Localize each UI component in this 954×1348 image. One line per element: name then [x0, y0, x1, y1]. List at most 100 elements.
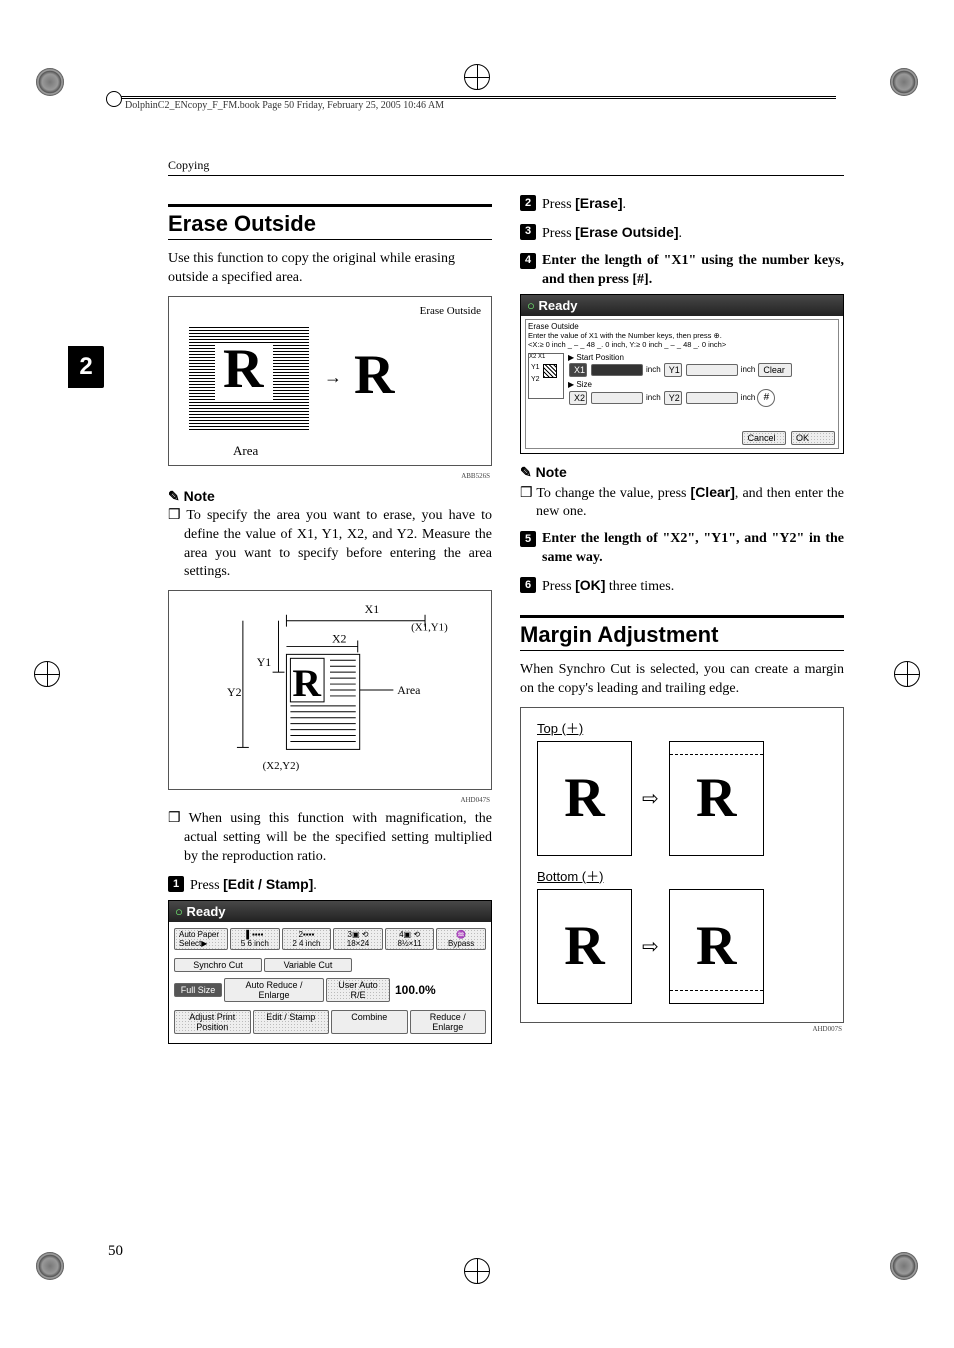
y2-button[interactable]: Y2: [664, 391, 682, 405]
cancel-button[interactable]: Cancel: [742, 431, 786, 445]
top-label: Top (＋): [537, 718, 827, 737]
clear-button[interactable]: Clear: [758, 363, 792, 377]
page-number: 50: [108, 1243, 123, 1260]
lcd-diagram: X2 X1 Y1 Y2: [528, 353, 564, 399]
intro-text: Use this function to copy the original w…: [168, 250, 492, 288]
note-heading: Note: [520, 464, 844, 481]
combine-button[interactable]: Combine: [331, 1010, 408, 1034]
start-position-label: ▶ Start Position: [568, 353, 836, 362]
crop-mark: [36, 1252, 64, 1280]
ok-button[interactable]: OK: [791, 431, 835, 445]
svg-text:R: R: [292, 661, 321, 705]
synchro-cut-button[interactable]: Synchro Cut: [174, 958, 262, 972]
figure-coordinates: X1 (X1,Y1) X2 Y1 Y2: [168, 590, 492, 790]
book-header: DolphinC2_ENcopy_F_FM.book Page 50 Frida…: [125, 100, 444, 111]
registration-mark: [894, 661, 920, 687]
book-header-line: [118, 96, 836, 99]
x1-label: X1: [365, 602, 380, 616]
reduce-enlarge-button[interactable]: Reduce / Enlarge: [410, 1010, 487, 1034]
x2-button[interactable]: X2: [569, 391, 587, 405]
crop-mark: [36, 68, 64, 96]
user-auto-re-button[interactable]: User Auto R/E: [326, 978, 390, 1002]
y1-value-field[interactable]: [686, 364, 738, 376]
lcd-title: Ready: [521, 295, 843, 316]
paper-size-button[interactable]: 3▣ ⟲18×24: [333, 928, 383, 950]
bypass-button[interactable]: ♒Bypass: [436, 928, 486, 950]
figure-erase-outside: Erase Outside R → R Area: [168, 296, 492, 466]
step-6: 6 Press [OK] three times.: [520, 576, 844, 597]
variable-cut-button[interactable]: Variable Cut: [264, 958, 352, 972]
svg-text:Area: Area: [397, 683, 421, 697]
size-label: ▶ Size: [568, 380, 836, 389]
left-column: Erase Outside Use this function to copy …: [168, 186, 492, 1054]
registration-mark: [464, 1258, 490, 1284]
page-body: Copying 2 Erase Outside Use this functio…: [168, 158, 844, 1228]
step-number-icon: 5: [520, 531, 536, 547]
svg-text:X2: X2: [332, 632, 347, 646]
margin-before-box: R: [537, 741, 632, 856]
full-size-button[interactable]: Full Size: [174, 983, 222, 997]
paper-size-button[interactable]: ▌▪▪▪▪5 6 inch: [230, 928, 280, 950]
ratio-value: 100.0%: [395, 983, 436, 997]
lcd-title: Ready: [169, 901, 491, 922]
x1-button[interactable]: X1: [569, 363, 587, 377]
arrow-icon: →: [324, 367, 342, 388]
adjust-print-position-button[interactable]: Adjust Print Position: [174, 1010, 251, 1034]
section-title-margin-adjustment: Margin Adjustment: [520, 615, 844, 651]
paper-size-button[interactable]: 4▣ ⟲8½×11: [385, 928, 435, 950]
figure-margin-adjustment: Top (＋) R ⇨ R Bottom (＋) R ⇨ R: [520, 707, 844, 1023]
step-1: 1 Press [Edit / Stamp].: [168, 875, 492, 896]
margin-after-box: R: [669, 741, 764, 856]
step-number-icon: 2: [520, 195, 536, 211]
margin-before-box: R: [537, 889, 632, 1004]
lcd-screenshot-main: Ready Auto Paper Select▶ ▌▪▪▪▪5 6 inch 2…: [168, 900, 492, 1044]
right-column: 2 Press [Erase]. 3 Press [Erase Outside]…: [520, 186, 844, 1054]
note-heading: Note: [168, 488, 492, 505]
x1-value-field[interactable]: [591, 364, 643, 376]
bottom-label: Bottom (＋): [537, 866, 827, 885]
y2-value-field[interactable]: [686, 392, 738, 404]
svg-text:(X1,Y1): (X1,Y1): [411, 622, 448, 634]
step-number-icon: 3: [520, 224, 536, 240]
crop-mark: [890, 1252, 918, 1280]
step-number-icon: 4: [520, 253, 536, 269]
hash-key-icon[interactable]: #: [757, 389, 775, 407]
figure-id: ABB526S: [168, 472, 490, 480]
step-number-icon: 6: [520, 577, 536, 593]
lcd-description: Enter the value of X1 with the Number ke…: [528, 331, 836, 340]
registration-mark: [464, 64, 490, 90]
auto-paper-select-button[interactable]: Auto Paper Select▶: [174, 928, 228, 950]
paper-size-button[interactable]: 2▪▪▪▪2 4 inch: [282, 928, 332, 950]
registration-mark: [34, 661, 60, 687]
note-item: To change the value, press [Clear], and …: [520, 483, 844, 523]
svg-text:Y1: Y1: [257, 656, 272, 670]
step-4: 4 Enter the length of "X1" using the num…: [520, 252, 844, 290]
svg-text:Y2: Y2: [227, 685, 242, 699]
auto-reduce-enlarge-button[interactable]: Auto Reduce / Enlarge: [224, 978, 324, 1002]
margin-after-box: R: [669, 889, 764, 1004]
note-item: When using this function with magnificat…: [168, 810, 492, 867]
note-item: To specify the area you want to erase, y…: [168, 507, 492, 583]
area-label: Area: [233, 443, 258, 459]
arrow-icon: ⇨: [642, 786, 659, 811]
figure-label: Erase Outside: [420, 305, 481, 317]
chapter-tab: 2: [68, 346, 104, 388]
x2-value-field[interactable]: [591, 392, 643, 404]
step-5: 5 Enter the length of "X2", "Y1", and "Y…: [520, 530, 844, 568]
figure-id: AHD007S: [520, 1025, 842, 1033]
crop-mark: [890, 68, 918, 96]
lcd-subtitle: Erase Outside: [528, 322, 836, 331]
step-number-icon: 1: [168, 876, 184, 892]
lcd-screenshot-erase: Ready Erase Outside Enter the value of X…: [520, 294, 844, 454]
edit-stamp-button[interactable]: Edit / Stamp: [253, 1010, 330, 1034]
intro-text: When Synchro Cut is selected, you can cr…: [520, 661, 844, 699]
svg-text:(X2,Y2): (X2,Y2): [263, 761, 300, 773]
section-title-erase-outside: Erase Outside: [168, 204, 492, 240]
running-head: Copying: [168, 158, 844, 176]
y1-button[interactable]: Y1: [664, 363, 682, 377]
figure-id: AHD047S: [168, 796, 490, 804]
step-2: 2 Press [Erase].: [520, 194, 844, 215]
lcd-range-text: <X:≥ 0 inch _ – _ 48 _. 0 inch, Y:≥ 0 in…: [528, 340, 836, 349]
step-3: 3 Press [Erase Outside].: [520, 223, 844, 244]
arrow-icon: ⇨: [642, 934, 659, 959]
